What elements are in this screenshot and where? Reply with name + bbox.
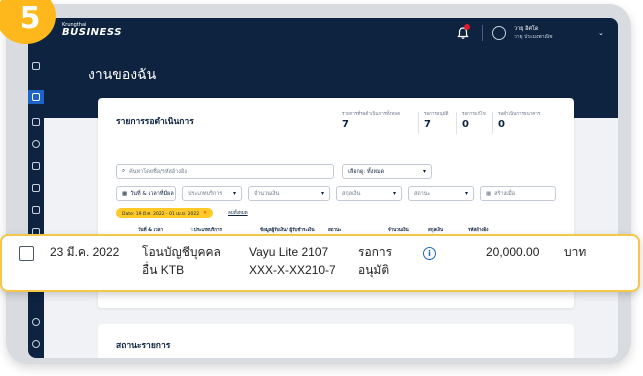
search-icon: ⌕	[122, 168, 126, 174]
status-select[interactable]: สถานะ ▾	[408, 186, 474, 201]
chevron-down-icon[interactable]: ⌄	[598, 29, 604, 37]
user-icon[interactable]	[492, 26, 506, 40]
row-amount: 20,000.00	[486, 245, 540, 259]
brand-logo[interactable]: Krungthai BUSINESS	[62, 22, 122, 38]
home-icon[interactable]	[32, 62, 40, 70]
mywork-icon[interactable]	[32, 93, 40, 101]
top-bar: Krungthai BUSINESS วายุ อิศโด วายุ ประมง…	[28, 18, 618, 48]
service-type-select[interactable]: ประเภทบริการ ▾	[182, 186, 242, 201]
notification-dot	[464, 24, 470, 30]
stat-approval: รอการอนุมัติ 7	[424, 112, 449, 130]
chevron-down-icon: ▾	[232, 190, 236, 197]
currency-select[interactable]: สกุลเงิน ▾	[336, 186, 402, 201]
calendar-icon: ▦	[122, 190, 128, 197]
payment-icon[interactable]	[32, 162, 40, 170]
chevron-down-icon: ▾	[422, 168, 426, 175]
page-title: งานของฉัน	[88, 67, 157, 83]
accounts-icon[interactable]	[32, 118, 40, 126]
created-date-filter[interactable]: ▦ สร้างเมื่อ	[480, 186, 556, 201]
close-icon[interactable]: ✕	[203, 211, 207, 216]
row-payee-account: XXX-X-XX210-7	[249, 263, 336, 277]
sidebar	[28, 48, 44, 358]
stat-divider	[418, 112, 419, 134]
power-icon[interactable]	[32, 340, 40, 348]
user-role: วายุ ประมงพาณิช	[514, 34, 553, 40]
settings-icon[interactable]	[32, 318, 40, 326]
stat-edit: รอการแก้ไข 0	[462, 112, 486, 130]
document-icon[interactable]	[32, 206, 40, 214]
stat-total: รายการที่รอดำเนินการทั้งหมด 7	[342, 112, 401, 130]
status-card: สถานะรายการ	[98, 324, 574, 358]
row-currency: บาท	[564, 245, 587, 259]
search-input[interactable]: ⌕ ค้นหาโดยชื่อ/รหัสอ้างอิง	[116, 164, 334, 179]
clear-filters-link[interactable]: ลบทั้งหมด	[228, 209, 248, 216]
chevron-down-icon: ▾	[464, 190, 468, 197]
user-name: วายุ อิศโด	[514, 26, 539, 32]
card-icon[interactable]	[32, 184, 40, 192]
tutorial-stage: Krungthai BUSINESS วายุ อิศโด วายุ ประมง…	[0, 0, 643, 376]
tablet-frame: Krungthai BUSINESS วายุ อิศโด วายุ ประมง…	[6, 4, 631, 364]
stat-bank: รอดำเนินการธนาคาร 0	[498, 112, 541, 130]
row-service-line1: โอนบัญชีบุคคล	[142, 245, 221, 259]
account-select[interactable]: เลือกดู: ทั้งหมด ▾	[342, 164, 432, 179]
row-checkbox[interactable]	[19, 246, 34, 261]
row-status-line2: อนุมัติ	[358, 263, 390, 277]
row-date: 23 มี.ค. 2022	[50, 245, 120, 259]
table-row[interactable]: 23 มี.ค. 2022 โอนบัญชีบุคคล อื่น KTB Vay…	[0, 234, 640, 292]
stat-divider	[456, 112, 457, 134]
status-card-title: สถานะรายการ	[116, 341, 171, 351]
row-payee-name: Vayu Lite 2107	[249, 245, 329, 259]
chevron-down-icon: ▾	[392, 190, 396, 197]
row-status-line1: รอการ	[358, 245, 393, 259]
stat-divider	[492, 112, 493, 134]
chevron-down-icon: ▾	[320, 190, 324, 197]
row-service-line2: อื่น KTB	[142, 263, 185, 277]
topbar-divider	[482, 25, 483, 41]
date-filter-button[interactable]: ▦ วันที่ & เวลาที่มีผล	[116, 186, 176, 201]
pending-title: รายการรอดำเนินการ	[116, 117, 194, 127]
amount-select[interactable]: จำนวนเงิน ▾	[248, 186, 330, 201]
app-screen: Krungthai BUSINESS วายุ อิศโด วายุ ประมง…	[28, 18, 618, 358]
info-icon[interactable]: i	[423, 247, 436, 260]
transfer-icon[interactable]	[32, 140, 40, 148]
calendar-icon: ▦	[486, 190, 492, 197]
active-filter-chip[interactable]: Date: 19 มี.ค. 2022 - 01 เม.ย. 2022 ✕	[116, 208, 213, 218]
